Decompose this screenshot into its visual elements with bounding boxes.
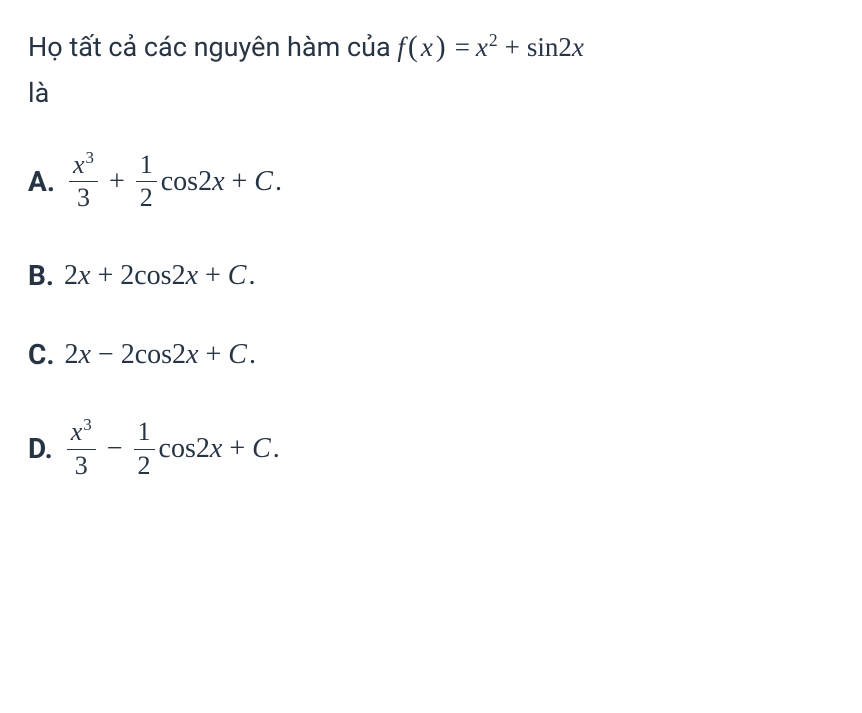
options-list: A. x3 3 + 1 2 cos2x + C. B. 2x + 2cos2x … [28, 151, 834, 481]
option-math-a: x3 3 + 1 2 cos2x + C. [65, 151, 282, 213]
option-label-c: C. [28, 338, 54, 372]
question-prefix: Họ tất cả các nguyên hàm của [28, 31, 397, 63]
option-label-b: B. [28, 259, 54, 293]
function-expression: f(x)=x2+sin2x [397, 32, 584, 62]
option-math-b: 2x + 2cos2x + C. [64, 259, 255, 293]
option-c[interactable]: C. 2x − 2cos2x + C. [28, 338, 834, 372]
option-math-c: 2x − 2cos2x + C. [64, 338, 255, 372]
option-math-d: x3 3 − 1 2 cos2x + C. [63, 418, 280, 480]
option-d[interactable]: D. x3 3 − 1 2 cos2x + C. [28, 418, 834, 480]
question-suffix: là [28, 77, 49, 109]
option-a[interactable]: A. x3 3 + 1 2 cos2x + C. [28, 151, 834, 213]
option-label-a: A. [28, 165, 55, 199]
option-label-d: D. [28, 432, 53, 466]
question-text: Họ tất cả các nguyên hàm của f(x)=x2+sin… [28, 24, 834, 115]
option-b[interactable]: B. 2x + 2cos2x + C. [28, 259, 834, 293]
